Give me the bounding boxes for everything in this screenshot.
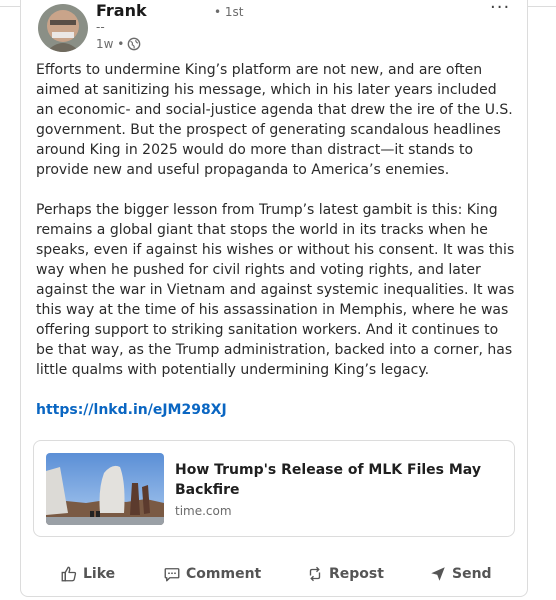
globe-icon — [128, 37, 141, 51]
connection-degree: • 1st — [214, 5, 244, 19]
post-paragraph: Efforts to undermine King’s platform are… — [36, 62, 513, 178]
author-name[interactable]: Frank — [96, 1, 147, 21]
send-label: Send — [452, 566, 492, 582]
post-body: Efforts to undermine King’s platform are… — [36, 60, 516, 400]
repost-button[interactable]: Repost — [306, 560, 384, 588]
link-preview-card[interactable]: How Trump's Release of MLK Files May Bac… — [33, 440, 515, 537]
like-button[interactable]: Like — [60, 560, 115, 588]
post-paragraph: Perhaps the bigger lesson from Trump’s l… — [36, 202, 515, 378]
preview-thumbnail — [46, 453, 164, 525]
avatar-photo-icon — [38, 4, 88, 52]
send-button[interactable]: Send — [429, 560, 492, 588]
post-meta: 1w • — [96, 37, 141, 51]
post-time: 1w • — [96, 37, 125, 51]
more-options-button[interactable]: ··· — [490, 0, 510, 18]
comment-label: Comment — [186, 566, 262, 582]
repost-label: Repost — [329, 566, 384, 582]
preview-title[interactable]: How Trump's Release of MLK Files May Bac… — [175, 460, 495, 500]
thumbs-up-icon — [61, 566, 77, 582]
preview-domain: time.com — [175, 504, 232, 518]
author-avatar[interactable] — [38, 4, 88, 52]
comment-button[interactable]: Comment — [163, 560, 261, 588]
repost-icon — [309, 566, 321, 582]
like-label: Like — [83, 566, 116, 582]
comment-icon — [164, 568, 180, 582]
post-link[interactable]: https://lnkd.in/eJM298XJ — [36, 400, 227, 420]
post-actions-bar: Like Comment Repost Send — [20, 560, 528, 588]
author-headline: -- — [96, 20, 105, 34]
memorial-image-icon — [46, 453, 164, 525]
send-icon — [431, 567, 445, 581]
